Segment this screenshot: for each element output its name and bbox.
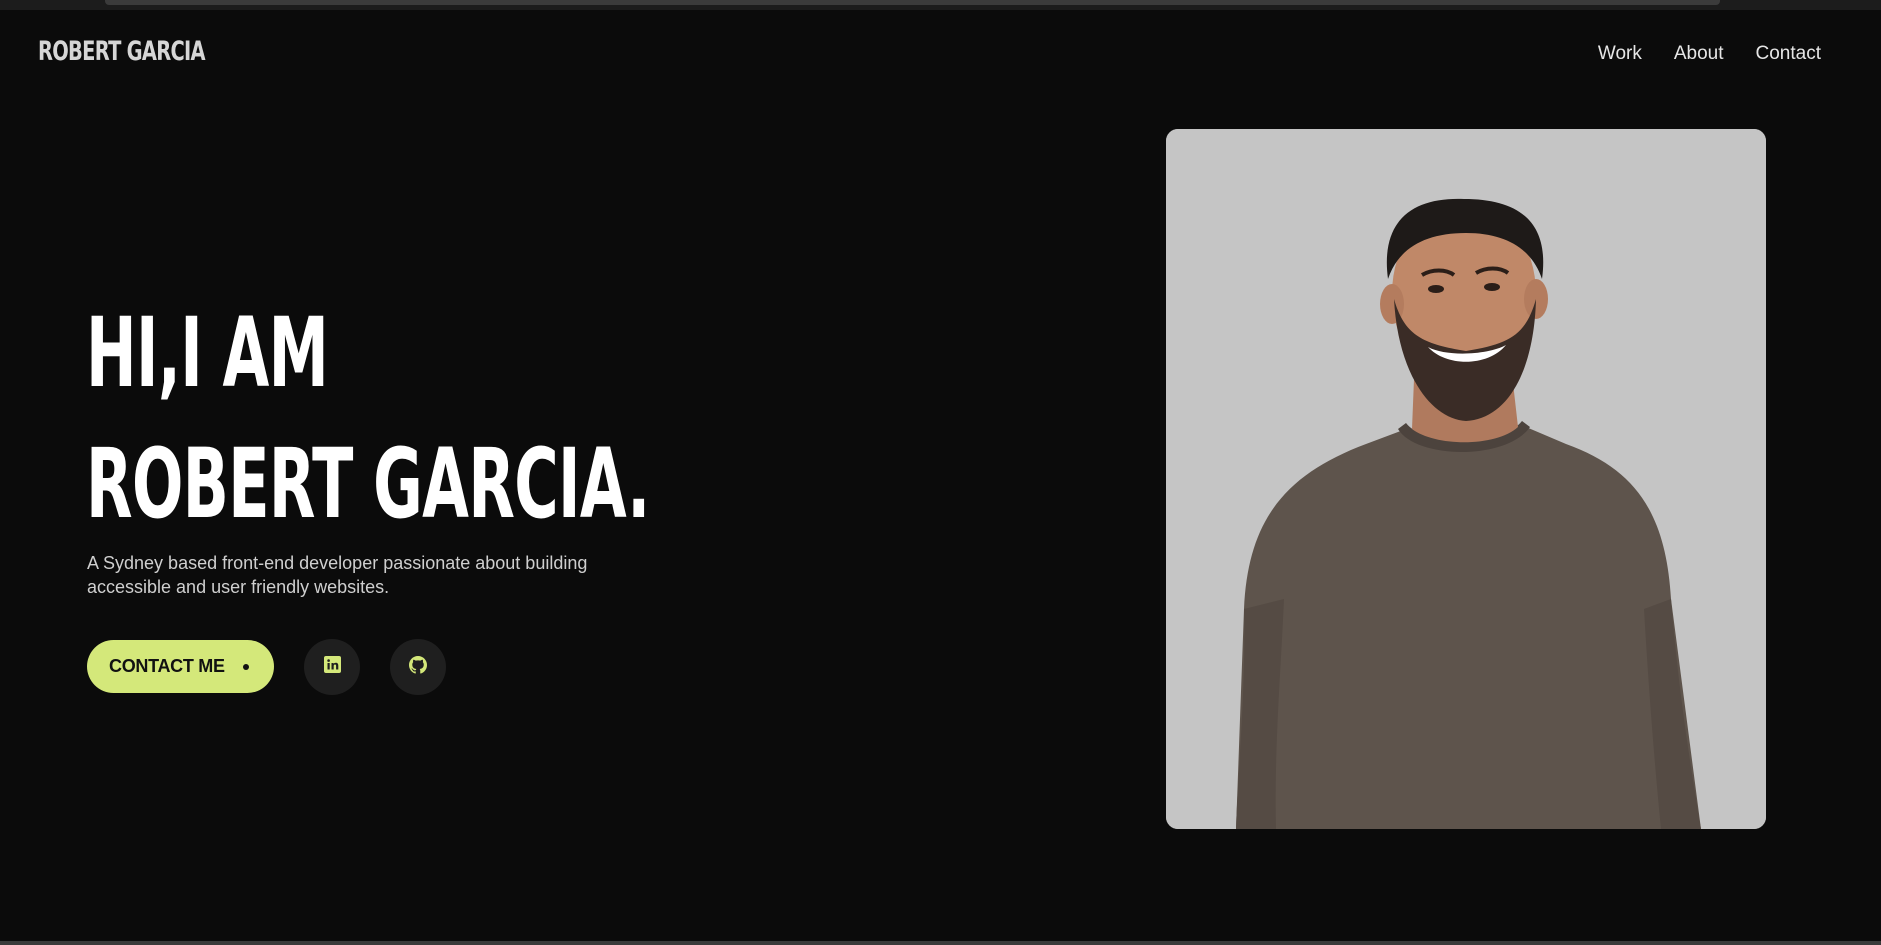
main-nav: Work About Contact (1598, 43, 1821, 65)
linkedin-icon (323, 656, 341, 678)
window-bottom-edge (0, 941, 1881, 945)
hero-name: ROBERT GARCIA. (86, 428, 650, 540)
nav-link-contact[interactable]: Contact (1756, 43, 1821, 65)
linkedin-button[interactable] (304, 639, 360, 695)
contact-me-button[interactable]: CONTACT ME (87, 640, 274, 693)
site-logo[interactable]: ROBERT GARCIA (38, 36, 206, 67)
nav-link-about[interactable]: About (1674, 43, 1724, 65)
contact-me-label: CONTACT ME (109, 656, 225, 676)
portrait-illustration (1166, 129, 1766, 829)
hero-description: A Sydney based front-end developer passi… (87, 553, 588, 597)
github-icon (409, 655, 427, 679)
profile-photo (1166, 129, 1766, 829)
github-button[interactable] (390, 639, 446, 695)
horizontal-scrollbar[interactable] (105, 0, 1720, 5)
nav-link-work[interactable]: Work (1598, 43, 1642, 65)
dot-icon (243, 664, 249, 670)
page: ROBERT GARCIA Work About Contact HI,I AM… (0, 0, 1881, 945)
hero-greeting: HI,I AM (86, 297, 329, 409)
